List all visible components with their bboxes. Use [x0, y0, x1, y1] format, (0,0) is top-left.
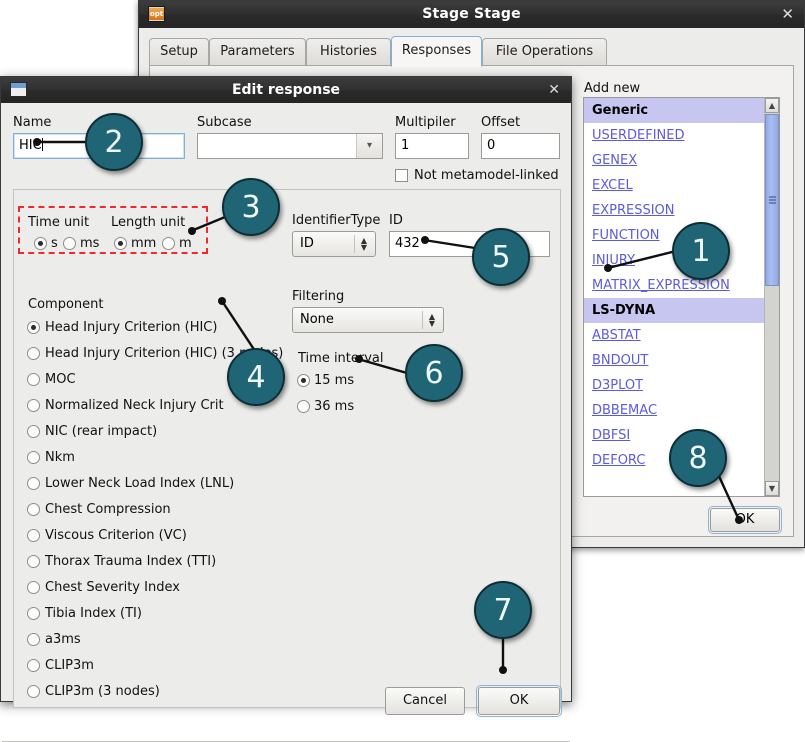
component-label-lnl[interactable]: Lower Neck Load Index (LNL) [45, 476, 234, 491]
component-radio-lnl[interactable] [27, 477, 40, 490]
time-interval-radio-36ms[interactable] [297, 400, 310, 413]
close-icon[interactable]: ✕ [781, 1, 794, 28]
list-item-expression[interactable]: EXPRESSION [584, 198, 764, 223]
component-radio-nkm[interactable] [27, 451, 40, 464]
filtering-value: None [300, 312, 334, 327]
offset-label: Offset [481, 115, 521, 130]
callout-8: 8 [669, 429, 727, 487]
component-radio-nic-rear-impact[interactable] [27, 425, 40, 438]
component-radio-clip3m[interactable] [27, 659, 40, 672]
component-radio-chest-compression[interactable] [27, 503, 40, 516]
component-label-nic-rear-impact[interactable]: NIC (rear impact) [45, 424, 157, 439]
time-interval-radio-15ms[interactable] [297, 374, 310, 387]
component-radio-a3ms[interactable] [27, 633, 40, 646]
component-label-clip3m[interactable]: CLIP3m [45, 658, 94, 673]
component-radio-tti[interactable] [27, 555, 40, 568]
tab-parameters[interactable]: Parameters [209, 38, 306, 66]
time-interval-label-36ms[interactable]: 36 ms [314, 399, 354, 414]
list-item-genex[interactable]: GENEX [584, 148, 764, 173]
list-item-d3plot[interactable]: D3PLOT [584, 373, 764, 398]
component-label-nkm[interactable]: Nkm [45, 450, 75, 465]
callout-leader-8 [716, 473, 743, 524]
subcase-select[interactable]: ▾ [197, 133, 383, 159]
identifier-type-select[interactable]: ID ▲ ▼ [292, 231, 376, 257]
component-label-moc[interactable]: MOC [45, 372, 76, 387]
list-item-dbbemac[interactable]: DBBEMAC [584, 398, 764, 423]
callout-4: 4 [227, 348, 285, 406]
tab-setup[interactable]: Setup [149, 38, 209, 66]
scrollbar-thumb[interactable] [765, 114, 779, 286]
component-radio-chest-severity-index[interactable] [27, 581, 40, 594]
callout-2: 2 [85, 113, 143, 171]
component-label-nnic[interactable]: Normalized Neck Injury Crit [45, 398, 224, 413]
scroll-down-icon[interactable]: ▼ [765, 481, 779, 496]
component-radio-hic[interactable] [27, 321, 40, 334]
add-new-list: Generic USERDEFINED GENEX EXCEL EXPRESSI… [584, 98, 764, 473]
cancel-button[interactable]: Cancel [385, 687, 465, 715]
callout-1: 1 [672, 222, 730, 280]
multiplier-label: Multipiler [395, 115, 456, 130]
tab-responses[interactable]: Responses [391, 36, 482, 67]
offset-input[interactable]: 0 [481, 133, 560, 159]
list-item-abstat[interactable]: ABSTAT [584, 323, 764, 348]
up-down-icon: ▲ ▼ [360, 236, 368, 252]
callout-3: 3 [222, 178, 280, 236]
subcase-label: Subcase [197, 115, 252, 130]
filtering-label: Filtering [292, 289, 345, 304]
component-radio-moc[interactable] [27, 373, 40, 386]
identifier-type-value: ID [300, 236, 314, 251]
close-icon[interactable]: ✕ [548, 77, 560, 103]
component-label-chest-severity-index[interactable]: Chest Severity Index [45, 580, 180, 595]
component-label-tti[interactable]: Thorax Trauma Index (TTI) [45, 554, 216, 569]
stage-titlebar: opt Stage Stage ✕ [139, 1, 804, 28]
list-group-ls-dyna: LS-DYNA [584, 298, 764, 323]
component-radio-clip3m-3-nodes[interactable] [27, 685, 40, 698]
stage-window-title: Stage Stage [422, 6, 521, 22]
component-radio-vc[interactable] [27, 529, 40, 542]
callout-6: 6 [405, 344, 463, 402]
component-radio-hic-3-nodes[interactable] [27, 347, 40, 360]
list-item-bndout[interactable]: BNDOUT [584, 348, 764, 373]
edit-dialog-title: Edit response [231, 82, 341, 98]
scroll-up-icon[interactable]: ▲ [765, 98, 779, 113]
filtering-select[interactable]: None ▲ ▼ [292, 307, 444, 333]
not-metamodel-linked-label[interactable]: Not metamodel-linked [414, 168, 559, 183]
list-group-generic: Generic [584, 98, 764, 123]
callout-5: 5 [472, 228, 530, 286]
component-label-a3ms[interactable]: a3ms [45, 632, 81, 647]
list-item-userdefined[interactable]: USERDEFINED [584, 123, 764, 148]
component-label-clip3m-3-nodes[interactable]: CLIP3m (3 nodes) [45, 684, 160, 699]
edit-dialog-titlebar: Edit response ✕ [1, 77, 571, 103]
tab-bar: Setup Parameters Histories Responses Fil… [149, 36, 794, 67]
component-radio-nnic[interactable] [27, 399, 40, 412]
tab-file-operations[interactable]: File Operations [482, 38, 607, 66]
id-label: ID [389, 213, 403, 228]
component-radio-tibia-index[interactable] [27, 607, 40, 620]
not-metamodel-linked-checkbox[interactable] [395, 169, 408, 182]
list-item-excel[interactable]: EXCEL [584, 173, 764, 198]
add-new-label: Add new [584, 81, 641, 96]
tab-histories[interactable]: Histories [306, 38, 391, 66]
time-interval-label-15ms[interactable]: 15 ms [314, 373, 354, 388]
multiplier-input[interactable]: 1 [395, 133, 469, 159]
callout-7: 7 [474, 581, 532, 639]
component-label-hic[interactable]: Head Injury Criterion (HIC) [45, 320, 217, 335]
component-label: Component [28, 297, 104, 312]
list-scrollbar[interactable]: ▲ ▼ [764, 98, 779, 496]
component-label-tibia-index[interactable]: Tibia Index (TI) [45, 606, 142, 621]
component-label-vc[interactable]: Viscous Criterion (VC) [45, 528, 187, 543]
scrollbar-grip-icon [769, 196, 776, 204]
chevron-down-icon: ▾ [356, 134, 382, 158]
component-label-chest-compression[interactable]: Chest Compression [45, 502, 171, 517]
unit-annotation-box [18, 206, 208, 254]
ok-button[interactable]: OK [476, 685, 562, 717]
up-down-icon: ▲ ▼ [428, 312, 436, 328]
identifier-type-label: IdentifierType [292, 213, 381, 228]
